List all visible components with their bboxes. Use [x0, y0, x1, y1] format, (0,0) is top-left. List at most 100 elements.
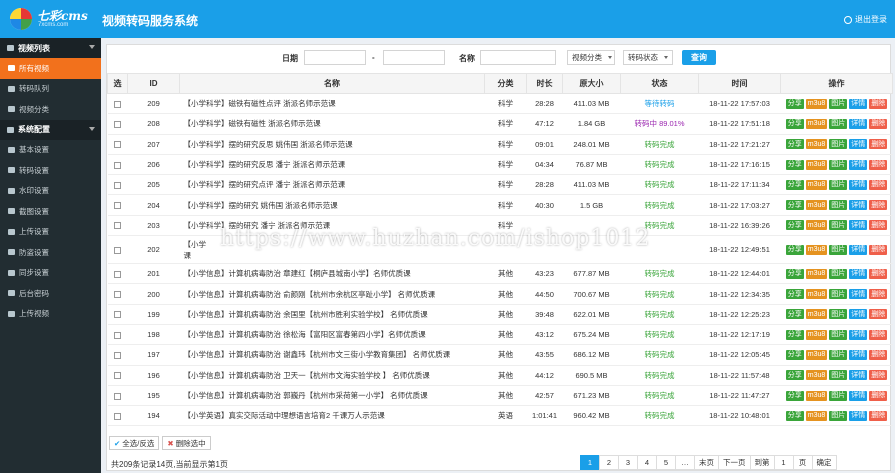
delete-button[interactable]: 删除 [869, 268, 888, 279]
m3u8-button[interactable]: m3u8 [805, 349, 828, 360]
sidebar-item-watermark-settings[interactable]: 水印设置 [0, 181, 101, 202]
sidebar-item-upload-settings[interactable]: 上传设置 [0, 222, 101, 243]
name-input[interactable] [480, 50, 556, 65]
sidebar-item-sync-settings[interactable]: 同步设置 [0, 263, 101, 284]
m3u8-button[interactable]: m3u8 [805, 370, 828, 381]
share-button[interactable]: 分享 [785, 268, 804, 279]
row-checkbox[interactable] [114, 202, 121, 210]
share-button[interactable]: 分享 [785, 220, 804, 231]
row-checkbox[interactable] [114, 351, 121, 359]
details-button[interactable]: 详情 [849, 244, 868, 255]
category-select[interactable]: 视频分类 [567, 50, 615, 65]
m3u8-button[interactable]: m3u8 [805, 268, 828, 279]
share-button[interactable]: 分享 [785, 139, 804, 150]
sidebar-item-upload-video[interactable]: 上传视频 [0, 304, 101, 325]
share-button[interactable]: 分享 [785, 349, 804, 360]
page-4[interactable]: 4 [637, 455, 657, 470]
details-button[interactable]: 详情 [849, 200, 868, 211]
delete-selected-button[interactable]: ✖ 删除选中 [162, 436, 211, 450]
share-button[interactable]: 分享 [785, 410, 804, 421]
sidebar-item-video-category[interactable]: 视频分类 [0, 99, 101, 120]
image-button[interactable]: 图片 [829, 98, 848, 109]
details-button[interactable]: 详情 [849, 179, 868, 190]
image-button[interactable]: 图片 [829, 220, 848, 231]
delete-button[interactable]: 删除 [869, 289, 888, 300]
row-checkbox[interactable] [114, 100, 121, 108]
sidebar-item-screenshot-settings[interactable]: 截图设置 [0, 201, 101, 222]
status-select[interactable]: 转码状态 [623, 50, 673, 65]
delete-button[interactable]: 删除 [869, 309, 888, 320]
sidebar-item-antileech-settings[interactable]: 防盗设置 [0, 242, 101, 263]
image-button[interactable]: 图片 [829, 410, 848, 421]
row-checkbox[interactable] [114, 141, 121, 149]
m3u8-button[interactable]: m3u8 [805, 118, 828, 129]
details-button[interactable]: 详情 [849, 390, 868, 401]
share-button[interactable]: 分享 [785, 309, 804, 320]
image-button[interactable]: 图片 [829, 179, 848, 190]
details-button[interactable]: 详情 [849, 329, 868, 340]
delete-button[interactable]: 删除 [869, 349, 888, 360]
m3u8-button[interactable]: m3u8 [805, 390, 828, 401]
goto-page-input[interactable]: 1 [773, 455, 794, 470]
delete-button[interactable]: 删除 [869, 244, 888, 255]
row-checkbox[interactable] [114, 181, 121, 189]
m3u8-button[interactable]: m3u8 [805, 329, 828, 340]
image-button[interactable]: 图片 [829, 244, 848, 255]
next-page-button[interactable]: 下一页 [718, 455, 751, 470]
delete-button[interactable]: 删除 [869, 410, 888, 421]
delete-button[interactable]: 删除 [869, 390, 888, 401]
image-button[interactable]: 图片 [829, 200, 848, 211]
m3u8-button[interactable]: m3u8 [805, 410, 828, 421]
image-button[interactable]: 图片 [829, 268, 848, 279]
image-button[interactable]: 图片 [829, 309, 848, 320]
m3u8-button[interactable]: m3u8 [805, 244, 828, 255]
m3u8-button[interactable]: m3u8 [805, 179, 828, 190]
share-button[interactable]: 分享 [785, 289, 804, 300]
details-button[interactable]: 详情 [849, 98, 868, 109]
delete-button[interactable]: 删除 [869, 98, 888, 109]
row-checkbox[interactable] [114, 372, 121, 380]
m3u8-button[interactable]: m3u8 [805, 200, 828, 211]
row-checkbox[interactable] [114, 270, 121, 278]
goto-confirm-button[interactable]: 确定 [811, 455, 837, 470]
details-button[interactable]: 详情 [849, 349, 868, 360]
row-checkbox[interactable] [114, 331, 121, 339]
share-button[interactable]: 分享 [785, 329, 804, 340]
last-page-button[interactable]: 末页 [694, 455, 719, 470]
sidebar-item-admin-password[interactable]: 后台密码 [0, 283, 101, 304]
image-button[interactable]: 图片 [829, 349, 848, 360]
row-checkbox[interactable] [114, 246, 121, 254]
details-button[interactable]: 详情 [849, 309, 868, 320]
share-button[interactable]: 分享 [785, 200, 804, 211]
image-button[interactable]: 图片 [829, 159, 848, 170]
image-button[interactable]: 图片 [829, 370, 848, 381]
m3u8-button[interactable]: m3u8 [805, 139, 828, 150]
image-button[interactable]: 图片 [829, 118, 848, 129]
page-5[interactable]: 5 [656, 455, 676, 470]
delete-button[interactable]: 删除 [869, 200, 888, 211]
details-button[interactable]: 详情 [849, 139, 868, 150]
m3u8-button[interactable]: m3u8 [805, 159, 828, 170]
delete-button[interactable]: 删除 [869, 159, 888, 170]
sidebar-item-transcode-queue[interactable]: 转码队列 [0, 79, 101, 100]
m3u8-button[interactable]: m3u8 [805, 309, 828, 320]
sidebar-item-basic-settings[interactable]: 基本设置 [0, 140, 101, 161]
details-button[interactable]: 详情 [849, 159, 868, 170]
page-3[interactable]: 3 [618, 455, 638, 470]
row-checkbox[interactable] [114, 311, 121, 319]
m3u8-button[interactable]: m3u8 [805, 98, 828, 109]
query-button[interactable]: 查询 [682, 50, 716, 65]
delete-button[interactable]: 删除 [869, 220, 888, 231]
page-2[interactable]: 2 [599, 455, 619, 470]
share-button[interactable]: 分享 [785, 179, 804, 190]
row-checkbox[interactable] [114, 120, 121, 128]
sidebar-item-all-videos[interactable]: 所有视频 [0, 58, 101, 79]
row-checkbox[interactable] [114, 222, 121, 230]
date-end-input[interactable] [383, 50, 445, 65]
share-button[interactable]: 分享 [785, 118, 804, 129]
share-button[interactable]: 分享 [785, 159, 804, 170]
page-1[interactable]: 1 [580, 455, 600, 470]
sidebar-group-system-config[interactable]: 系统配置 [0, 119, 101, 140]
row-checkbox[interactable] [114, 412, 121, 420]
delete-button[interactable]: 删除 [869, 179, 888, 190]
